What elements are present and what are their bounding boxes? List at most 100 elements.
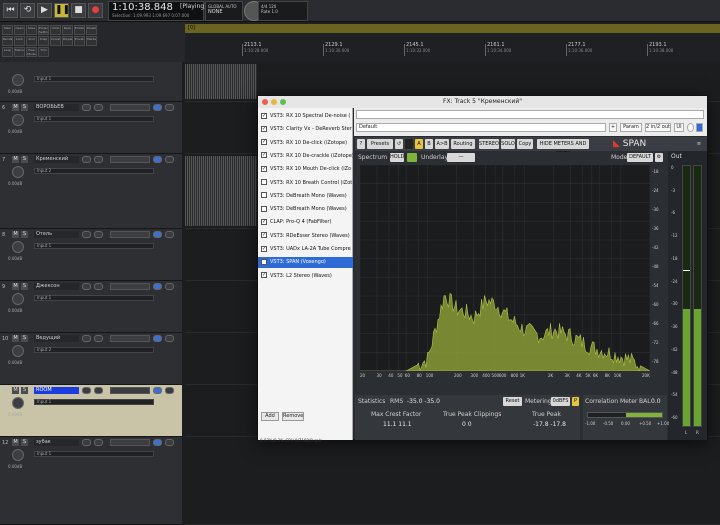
track-header[interactable]: 7 M S Кременский Input 2 0.00dB xyxy=(0,154,182,229)
record-arm-icon[interactable] xyxy=(82,104,91,111)
fx-enable-checkbox[interactable] xyxy=(261,179,267,185)
track-input[interactable]: Input 1 xyxy=(34,243,154,249)
record-arm-icon[interactable] xyxy=(82,439,91,446)
track-header[interactable]: 11 M S ROOM Input 1 0.00dB xyxy=(0,385,182,437)
mute-button[interactable]: M xyxy=(12,387,19,394)
track-fader[interactable] xyxy=(110,104,150,111)
fx-name-field[interactable] xyxy=(356,110,704,119)
tool-button[interactable]: Disable xyxy=(86,25,97,35)
enable-checkbox[interactable] xyxy=(696,123,703,132)
track-header[interactable]: 6MS ВОРОБЬЁВ МУЗЫКА Input 1 0.00dB xyxy=(0,102,182,154)
track-input[interactable]: Input 2 xyxy=(34,168,154,174)
param-button[interactable]: Param xyxy=(620,123,642,132)
fx-chain-item[interactable]: ✓ VST3: RDeEsser Stereo (Waves) xyxy=(261,231,353,242)
tool-button[interactable]: Grid xyxy=(26,36,37,46)
track-header[interactable]: 8 M S Отель Input 1 0.00dB xyxy=(0,229,182,281)
fx-enable-checkbox[interactable]: ✓ xyxy=(261,152,267,159)
fx-chain-item[interactable]: ✓ VST3: Clarity Vx - DeReverb Ster xyxy=(261,124,353,135)
fx-enable-checkbox[interactable] xyxy=(261,192,267,199)
monitor-icon[interactable] xyxy=(94,283,103,290)
solo-button[interactable]: SOLO xyxy=(501,139,515,149)
track-name[interactable]: ROOM xyxy=(34,387,79,394)
zoom-icon[interactable] xyxy=(280,99,286,105)
env-icon[interactable] xyxy=(165,231,174,238)
global-automation[interactable]: GLOBAL AUTO NONE xyxy=(205,1,243,21)
pan-knob[interactable] xyxy=(12,74,24,86)
monitor-icon[interactable] xyxy=(94,439,103,446)
tool-button[interactable]: Snap xyxy=(38,36,49,46)
mode-select[interactable]: DEFAULT xyxy=(627,153,653,162)
fx-chain-item[interactable]: ✓ VST3: RX 10 De-crackle (iZotope) xyxy=(261,151,353,162)
tool-button[interactable]: Redo xyxy=(62,25,73,35)
pause-button[interactable]: ❚❚ xyxy=(54,3,70,18)
env-icon[interactable] xyxy=(165,387,174,394)
fx-chain-item[interactable]: VST3: RX 10 Breath Control (iZot xyxy=(261,178,353,189)
rate-box[interactable]: 4/4 120 Rate 1.0 xyxy=(258,1,308,21)
record-arm-icon[interactable] xyxy=(82,335,91,342)
track-fader[interactable] xyxy=(110,283,150,290)
pan-knob[interactable] xyxy=(12,114,24,126)
ab-b-button[interactable]: B xyxy=(425,139,433,149)
track-input[interactable]: Input 1 xyxy=(34,295,154,301)
solo-button[interactable]: S xyxy=(21,283,28,290)
fx-chain-item[interactable]: ✓ VST3: RX 10 Mouth De-click (iZo xyxy=(261,164,353,175)
solo-button[interactable]: S xyxy=(21,387,28,394)
track-lane[interactable] xyxy=(185,437,720,525)
remove-fx-button[interactable]: Remove xyxy=(282,412,304,421)
track-fader[interactable] xyxy=(110,231,150,238)
record-arm-icon[interactable] xyxy=(82,283,91,290)
track-name[interactable]: Отель xyxy=(34,231,79,238)
monitor-icon[interactable] xyxy=(94,335,103,342)
fx-enable-checkbox[interactable]: ✓ xyxy=(261,272,267,279)
go-to-start-button[interactable]: ⏮ xyxy=(3,3,18,18)
fx-enable-checkbox[interactable]: ✓ xyxy=(261,112,267,119)
fx-chain-item[interactable]: ✓ VST3: RX 10 Spectral De-noise ( xyxy=(261,111,353,122)
marker-region[interactable]: [0] xyxy=(185,24,720,33)
fx-chain-item[interactable]: ✓ VST3: SPAN (Voxengo) xyxy=(258,257,353,269)
hide-meters-button[interactable]: HIDE METERS AND STATS xyxy=(537,139,589,157)
pan-knob[interactable] xyxy=(12,345,24,357)
solo-button[interactable]: S xyxy=(21,335,28,342)
record-button[interactable]: ● xyxy=(88,3,103,18)
undo-icon[interactable]: ↺ xyxy=(395,139,403,149)
track-input[interactable]: Input 1 xyxy=(34,451,154,457)
underlay-select[interactable]: — xyxy=(447,153,475,162)
env-icon[interactable] xyxy=(165,335,174,342)
tool-button[interactable]: Undo xyxy=(50,25,61,35)
fx-enable-checkbox[interactable]: ✓ xyxy=(261,258,267,265)
record-arm-icon[interactable] xyxy=(82,156,91,163)
monitor-icon[interactable] xyxy=(94,387,103,394)
hold-button[interactable]: HOLD xyxy=(390,153,404,162)
pan-knob[interactable] xyxy=(12,449,24,461)
solo-button[interactable]: S xyxy=(21,156,28,163)
fx-enable-checkbox[interactable]: ✓ xyxy=(261,232,267,239)
fx-chain-item[interactable]: ✓ CLAP: Pro-Q 4 (FabFilter) xyxy=(261,217,353,228)
tool-button[interactable]: New xyxy=(2,25,13,35)
fx-enable-checkbox[interactable]: ✓ xyxy=(261,125,267,132)
mute-button[interactable]: M xyxy=(12,283,19,290)
spectrum-plot[interactable] xyxy=(359,164,652,372)
stereo-button[interactable]: STEREO xyxy=(479,139,499,149)
stop-button[interactable]: ■ xyxy=(71,3,86,18)
mode-settings-icon[interactable]: ⚙ xyxy=(655,153,663,162)
io-button[interactable]: 2 in/2 out xyxy=(645,123,671,132)
help-button[interactable]: ? xyxy=(357,139,365,149)
mute-button[interactable]: M xyxy=(12,156,19,163)
track-name[interactable]: зубак xyxy=(34,439,79,446)
tool-button[interactable]: Markers xyxy=(86,36,97,46)
env-icon[interactable] xyxy=(165,104,174,111)
fx-icon[interactable] xyxy=(153,387,162,394)
metering-p-button[interactable]: P xyxy=(572,397,579,406)
ab-copy-button[interactable]: A>B xyxy=(435,139,449,149)
track-header[interactable]: 10 M S Ведущий Input 2 0.00dB xyxy=(0,333,182,385)
track-input[interactable]: Input 1 xyxy=(34,116,154,122)
monitor-icon[interactable] xyxy=(94,231,103,238)
pan-knob[interactable] xyxy=(12,241,24,253)
mute-button[interactable]: M xyxy=(12,231,19,238)
fx-enable-checkbox[interactable]: ✓ xyxy=(261,218,267,225)
metering-select[interactable]: 0dBFS xyxy=(551,397,570,406)
tool-button[interactable]: Trim xyxy=(38,47,49,57)
track-input[interactable]: Input 2 xyxy=(34,347,154,353)
record-arm-icon[interactable] xyxy=(82,387,91,394)
routing-button[interactable]: Routing xyxy=(451,139,475,149)
